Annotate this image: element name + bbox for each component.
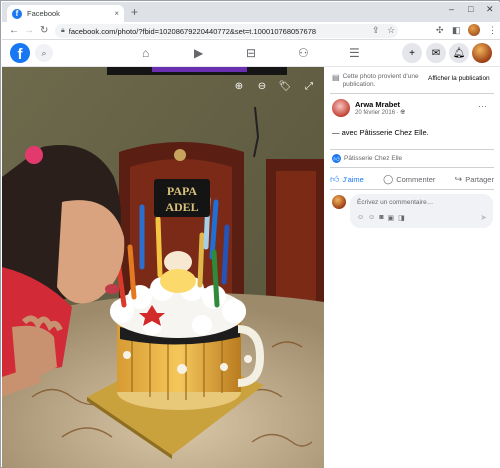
close-tab-icon[interactable]: × <box>114 9 119 18</box>
gif-icon[interactable]: ▣ <box>388 214 395 222</box>
lock-icon: 🔒︎ <box>61 27 65 34</box>
account-avatar[interactable] <box>472 43 492 63</box>
zoom-in-icon[interactable]: ⊕ <box>230 77 248 95</box>
comment-tools: ☺ ☺ ◙ ▣ ◨ <box>357 214 405 222</box>
info-icon: ▤ <box>332 73 340 82</box>
marketplace-icon[interactable]: ⊟ <box>246 46 256 60</box>
share-page-icon[interactable]: ⇪ <box>372 25 380 36</box>
divider <box>330 189 494 190</box>
address-bar[interactable]: 🔒︎ facebook.com/photo/?fbid=102086792204… <box>55 24 398 38</box>
browser-window: f Facebook × + – □ ✕ ← → ↻ 🔒︎ facebook.c… <box>0 0 500 468</box>
notifications-bell-icon[interactable]: 🔔︎ <box>449 43 469 63</box>
reactor-name: Pâtisserie Chez Elle <box>344 155 403 162</box>
zoom-out-icon[interactable]: ⊖ <box>253 77 271 95</box>
audience-globe-icon: 🌐︎ <box>400 110 406 116</box>
groups-icon[interactable]: ⚇ <box>298 46 309 60</box>
birthday-photo: PAPA ADEL <box>2 67 324 468</box>
close-window-icon[interactable]: ✕ <box>486 4 494 15</box>
forward-arrow-icon[interactable]: → <box>24 25 34 36</box>
avatar-sticker-icon[interactable]: ☺ <box>357 214 364 222</box>
comment-input[interactable]: Écrivez un commentaire… ☺ ☺ ◙ ▣ ◨ ➤ <box>350 194 493 228</box>
bookmark-star-icon[interactable]: ☆ <box>387 25 395 36</box>
side-panel-icon[interactable]: ◧ <box>452 25 461 36</box>
photo-viewer[interactable]: PAPA ADEL ⊕ ⊖ 🏷︎ ⤢ <box>2 67 324 468</box>
like-reaction-icon: 👍︎ <box>332 154 341 163</box>
fullscreen-icon[interactable]: ⤢ <box>300 77 318 95</box>
comment-label: Commenter <box>396 174 436 184</box>
share-button[interactable]: ↪ Partager <box>455 174 494 185</box>
comment-button[interactable]: ◯ Commenter <box>383 174 435 185</box>
messenger-icon[interactable]: ✉ <box>426 43 446 63</box>
create-plus-icon[interactable]: + <box>402 43 422 63</box>
post-details-panel: ▤ Cette photo provient d'une publication… <box>324 67 500 468</box>
sticker-icon[interactable]: ◨ <box>398 214 405 222</box>
cake-sign-line1: PAPA <box>167 184 198 198</box>
share-label: Partager <box>465 174 494 184</box>
post-date[interactable]: 20 février 2016 · 🌐︎ <box>355 110 405 117</box>
cake-sign-line2: ADEL <box>165 200 198 214</box>
emoji-icon[interactable]: ☺ <box>368 214 375 222</box>
post-actions: 👍︎ J'aime ◯ Commenter ↪ Partager <box>330 170 494 188</box>
send-icon[interactable]: ➤ <box>480 213 487 222</box>
back-arrow-icon[interactable]: ← <box>9 25 19 36</box>
browser-tab[interactable]: f Facebook × <box>7 5 124 22</box>
notice-text: Cette photo provient d'une publication. <box>342 73 419 88</box>
like-button[interactable]: 👍︎ J'aime <box>330 174 364 185</box>
photo-source-notice: ▤ Cette photo provient d'une publication… <box>332 73 425 89</box>
speech-bubble-icon: ◯ <box>383 173 394 184</box>
divider <box>330 93 494 94</box>
search-icon[interactable]: ⌕ <box>35 44 53 62</box>
like-label: J'aime <box>342 174 364 184</box>
tag-icon[interactable]: 🏷︎ <box>276 77 294 95</box>
minimize-icon[interactable]: – <box>449 4 454 14</box>
commenter-avatar <box>332 195 346 209</box>
thumbs-up-icon: 👍︎ <box>330 173 340 184</box>
reload-icon[interactable]: ↻ <box>40 25 48 36</box>
facebook-favicon-icon: f <box>12 8 22 19</box>
tab-title: Facebook <box>27 9 60 18</box>
browser-profile-avatar[interactable] <box>468 24 480 36</box>
post-caption: — avec Pâtisserie Chez Elle. <box>332 128 429 137</box>
url-text: facebook.com/photo/?fbid=102086792204407… <box>68 26 317 36</box>
camera-icon[interactable]: ◙ <box>379 214 383 222</box>
maximize-icon[interactable]: □ <box>468 4 473 14</box>
facebook-logo-icon[interactable]: f <box>10 43 30 63</box>
tab-strip: f Facebook × + – □ ✕ <box>2 2 500 22</box>
view-post-link[interactable]: Afficher la publication <box>428 75 490 82</box>
share-arrow-icon: ↪ <box>454 173 463 184</box>
extensions-puzzle-icon[interactable]: ✣ <box>436 25 444 36</box>
menu-icon[interactable]: ☰ <box>349 46 360 60</box>
reactions-summary[interactable]: 👍︎ Pâtisserie Chez Elle <box>332 154 402 163</box>
address-toolbar: ← → ↻ 🔒︎ facebook.com/photo/?fbid=102086… <box>2 22 500 40</box>
comment-placeholder: Écrivez un commentaire… <box>357 199 434 206</box>
watch-video-icon[interactable]: ▶ <box>194 46 203 60</box>
browser-menu-icon[interactable]: ⋮ <box>488 25 497 36</box>
new-tab-button[interactable]: + <box>131 5 138 19</box>
divider <box>330 149 494 150</box>
author-name[interactable]: Arwa Mrabet <box>355 100 400 109</box>
divider <box>330 167 494 168</box>
more-options-icon[interactable]: ··· <box>478 101 487 111</box>
home-icon[interactable]: ⌂ <box>142 46 149 60</box>
facebook-top-nav: f ⌕ ⌂ ▶ ⊟ ⚇ ☰ + ✉ 🔔︎ <box>2 40 500 67</box>
author-avatar[interactable] <box>332 99 350 117</box>
